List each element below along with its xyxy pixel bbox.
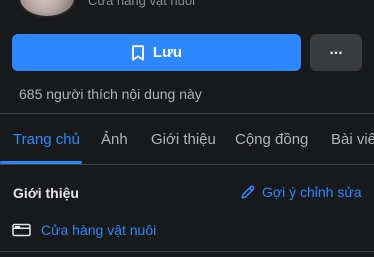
pencil-icon bbox=[240, 184, 256, 200]
page-header-strip: Cửa hàng vật nuôi bbox=[0, 0, 374, 20]
about-category-row[interactable]: Cửa hàng vật nuôi bbox=[12, 222, 156, 238]
divider bbox=[0, 251, 374, 252]
suggest-edit-label: Gợi ý chỉnh sửa bbox=[262, 184, 362, 200]
tab-about[interactable]: Giới thiệu bbox=[151, 131, 216, 148]
tab-photos[interactable]: Ảnh bbox=[101, 131, 128, 148]
save-button[interactable]: Lưu bbox=[12, 34, 301, 71]
suggest-edit-link[interactable]: Gợi ý chỉnh sửa bbox=[240, 184, 361, 200]
save-button-label: Lưu bbox=[152, 44, 183, 61]
about-category-link: Cửa hàng vật nuôi bbox=[41, 222, 157, 238]
more-dots-icon: ... bbox=[329, 40, 343, 58]
about-section-title: Giới thiệu bbox=[13, 185, 79, 201]
likes-count: 685 người thích nội dung này bbox=[19, 86, 202, 102]
tab-home[interactable]: Trang chủ bbox=[13, 131, 80, 148]
page-category-subtitle: Cửa hàng vật nuôi bbox=[88, 0, 195, 8]
flag-icon bbox=[12, 222, 31, 238]
tab-posts[interactable]: Bài viết bbox=[331, 131, 374, 148]
page-tabs: Trang chủ Ảnh Giới thiệu Cộng đồng Bài v… bbox=[0, 118, 374, 165]
divider bbox=[0, 164, 374, 165]
divider bbox=[0, 113, 374, 114]
bookmark-icon bbox=[131, 44, 145, 61]
avatar[interactable] bbox=[18, 0, 76, 18]
more-options-button[interactable]: ... bbox=[310, 34, 362, 71]
tab-community[interactable]: Cộng đồng bbox=[235, 131, 308, 148]
